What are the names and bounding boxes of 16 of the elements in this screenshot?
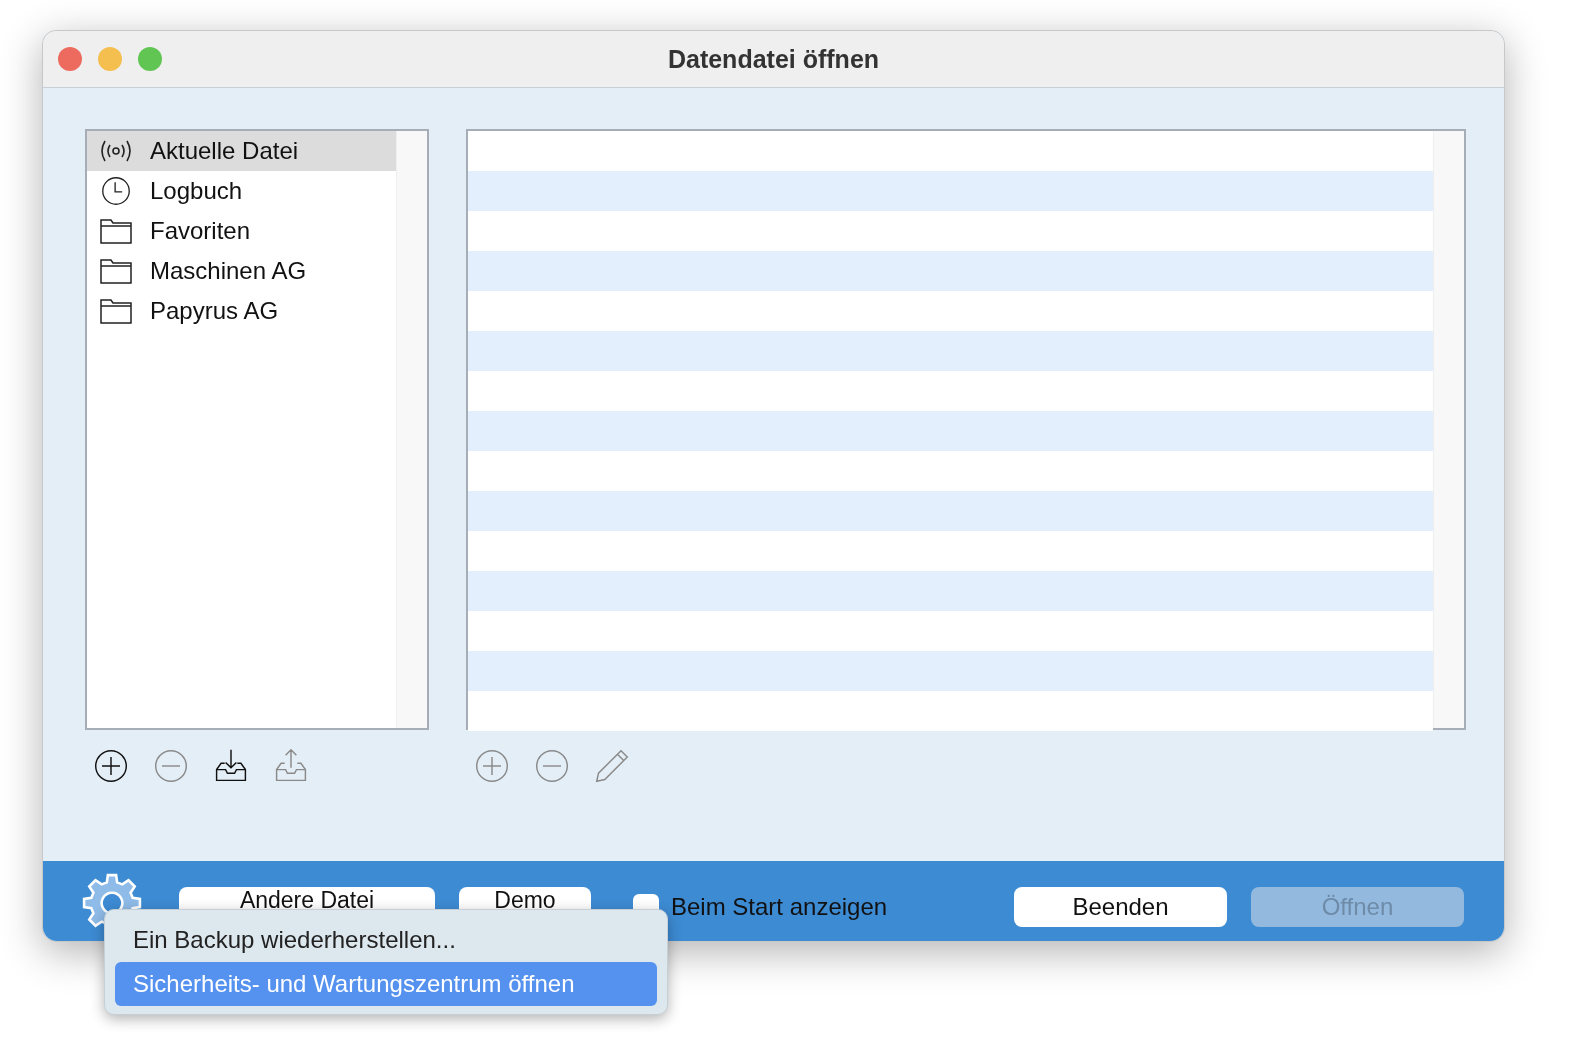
source-item[interactable]: Papyrus AG	[87, 291, 396, 331]
source-item[interactable]: Favoriten	[87, 211, 396, 251]
checkbox-label: Beim Start anzeigen	[671, 893, 888, 921]
minimize-icon[interactable]	[98, 47, 122, 71]
add-icon[interactable]	[93, 748, 129, 784]
source-item[interactable]: Maschinen AG	[87, 251, 396, 291]
folder-icon	[98, 296, 134, 326]
source-item[interactable]: Logbuch	[87, 171, 396, 211]
zoom-icon[interactable]	[138, 47, 162, 71]
source-item[interactable]: Aktuelle Datei	[87, 131, 396, 171]
close-icon[interactable]	[58, 47, 82, 71]
folder-icon	[98, 216, 134, 246]
tray-download-icon[interactable]	[213, 748, 249, 784]
window-title: Datendatei öffnen	[667, 44, 880, 74]
action-button[interactable]: Beenden	[1014, 887, 1227, 927]
folder-icon	[98, 256, 134, 286]
